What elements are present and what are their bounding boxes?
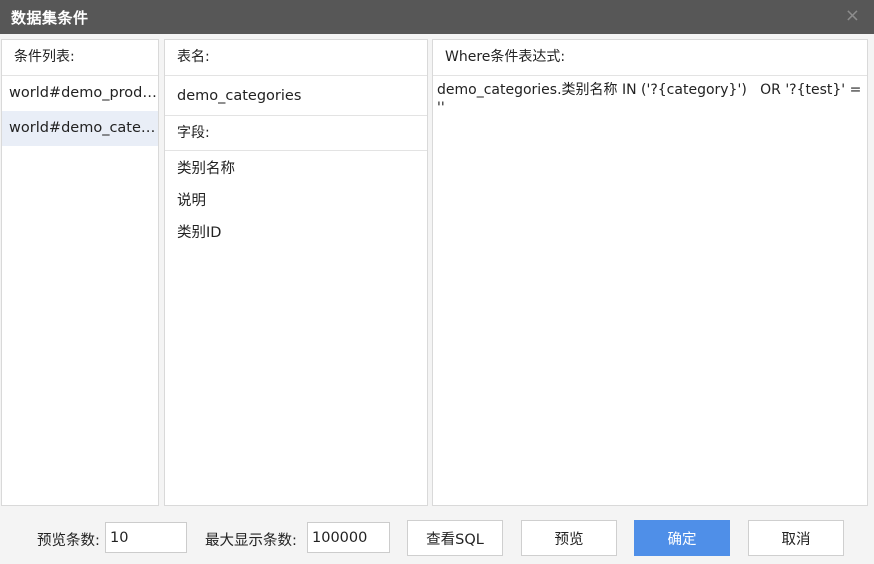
- field-item-category-name[interactable]: 类别名称: [165, 153, 427, 185]
- field-list: 类别名称 说明 类别ID: [165, 151, 427, 249]
- table-name-header: 表名:: [165, 40, 427, 76]
- condition-item-demo-categories[interactable]: world#demo_categories: [2, 111, 158, 146]
- cancel-button[interactable]: 取消: [748, 520, 844, 556]
- fields-header: 字段:: [165, 116, 427, 151]
- condition-list-header: 条件列表:: [2, 40, 158, 76]
- preview-button[interactable]: 预览: [521, 520, 617, 556]
- condition-item-demo-products[interactable]: world#demo_products: [2, 76, 158, 111]
- field-item-category-id[interactable]: 类别ID: [165, 217, 427, 249]
- dialog-body: 条件列表: world#demo_products world#demo_cat…: [0, 34, 874, 510]
- title-bar: 数据集条件 ×: [0, 0, 874, 34]
- table-name-item[interactable]: demo_categories: [165, 76, 427, 116]
- max-rows-input[interactable]: [307, 522, 390, 553]
- preview-rows-input[interactable]: [105, 522, 187, 553]
- close-icon[interactable]: ×: [845, 6, 860, 26]
- field-item-description[interactable]: 说明: [165, 185, 427, 217]
- dialog-title: 数据集条件: [11, 9, 89, 27]
- dialog-footer: 预览条数: 最大显示条数: 查看SQL 预览 确定 取消: [0, 510, 874, 564]
- where-expression-header: Where条件表达式:: [433, 40, 867, 76]
- max-rows-label: 最大显示条数:: [205, 533, 297, 549]
- where-expression-panel: Where条件表达式:: [432, 39, 868, 506]
- preview-rows-label: 预览条数:: [37, 533, 100, 549]
- where-expression-editor[interactable]: [435, 77, 865, 503]
- table-panel: 表名: demo_categories 字段: 类别名称 说明 类别ID: [164, 39, 428, 506]
- condition-list-panel: 条件列表: world#demo_products world#demo_cat…: [1, 39, 159, 506]
- ok-button[interactable]: 确定: [634, 520, 730, 556]
- view-sql-button[interactable]: 查看SQL: [407, 520, 503, 556]
